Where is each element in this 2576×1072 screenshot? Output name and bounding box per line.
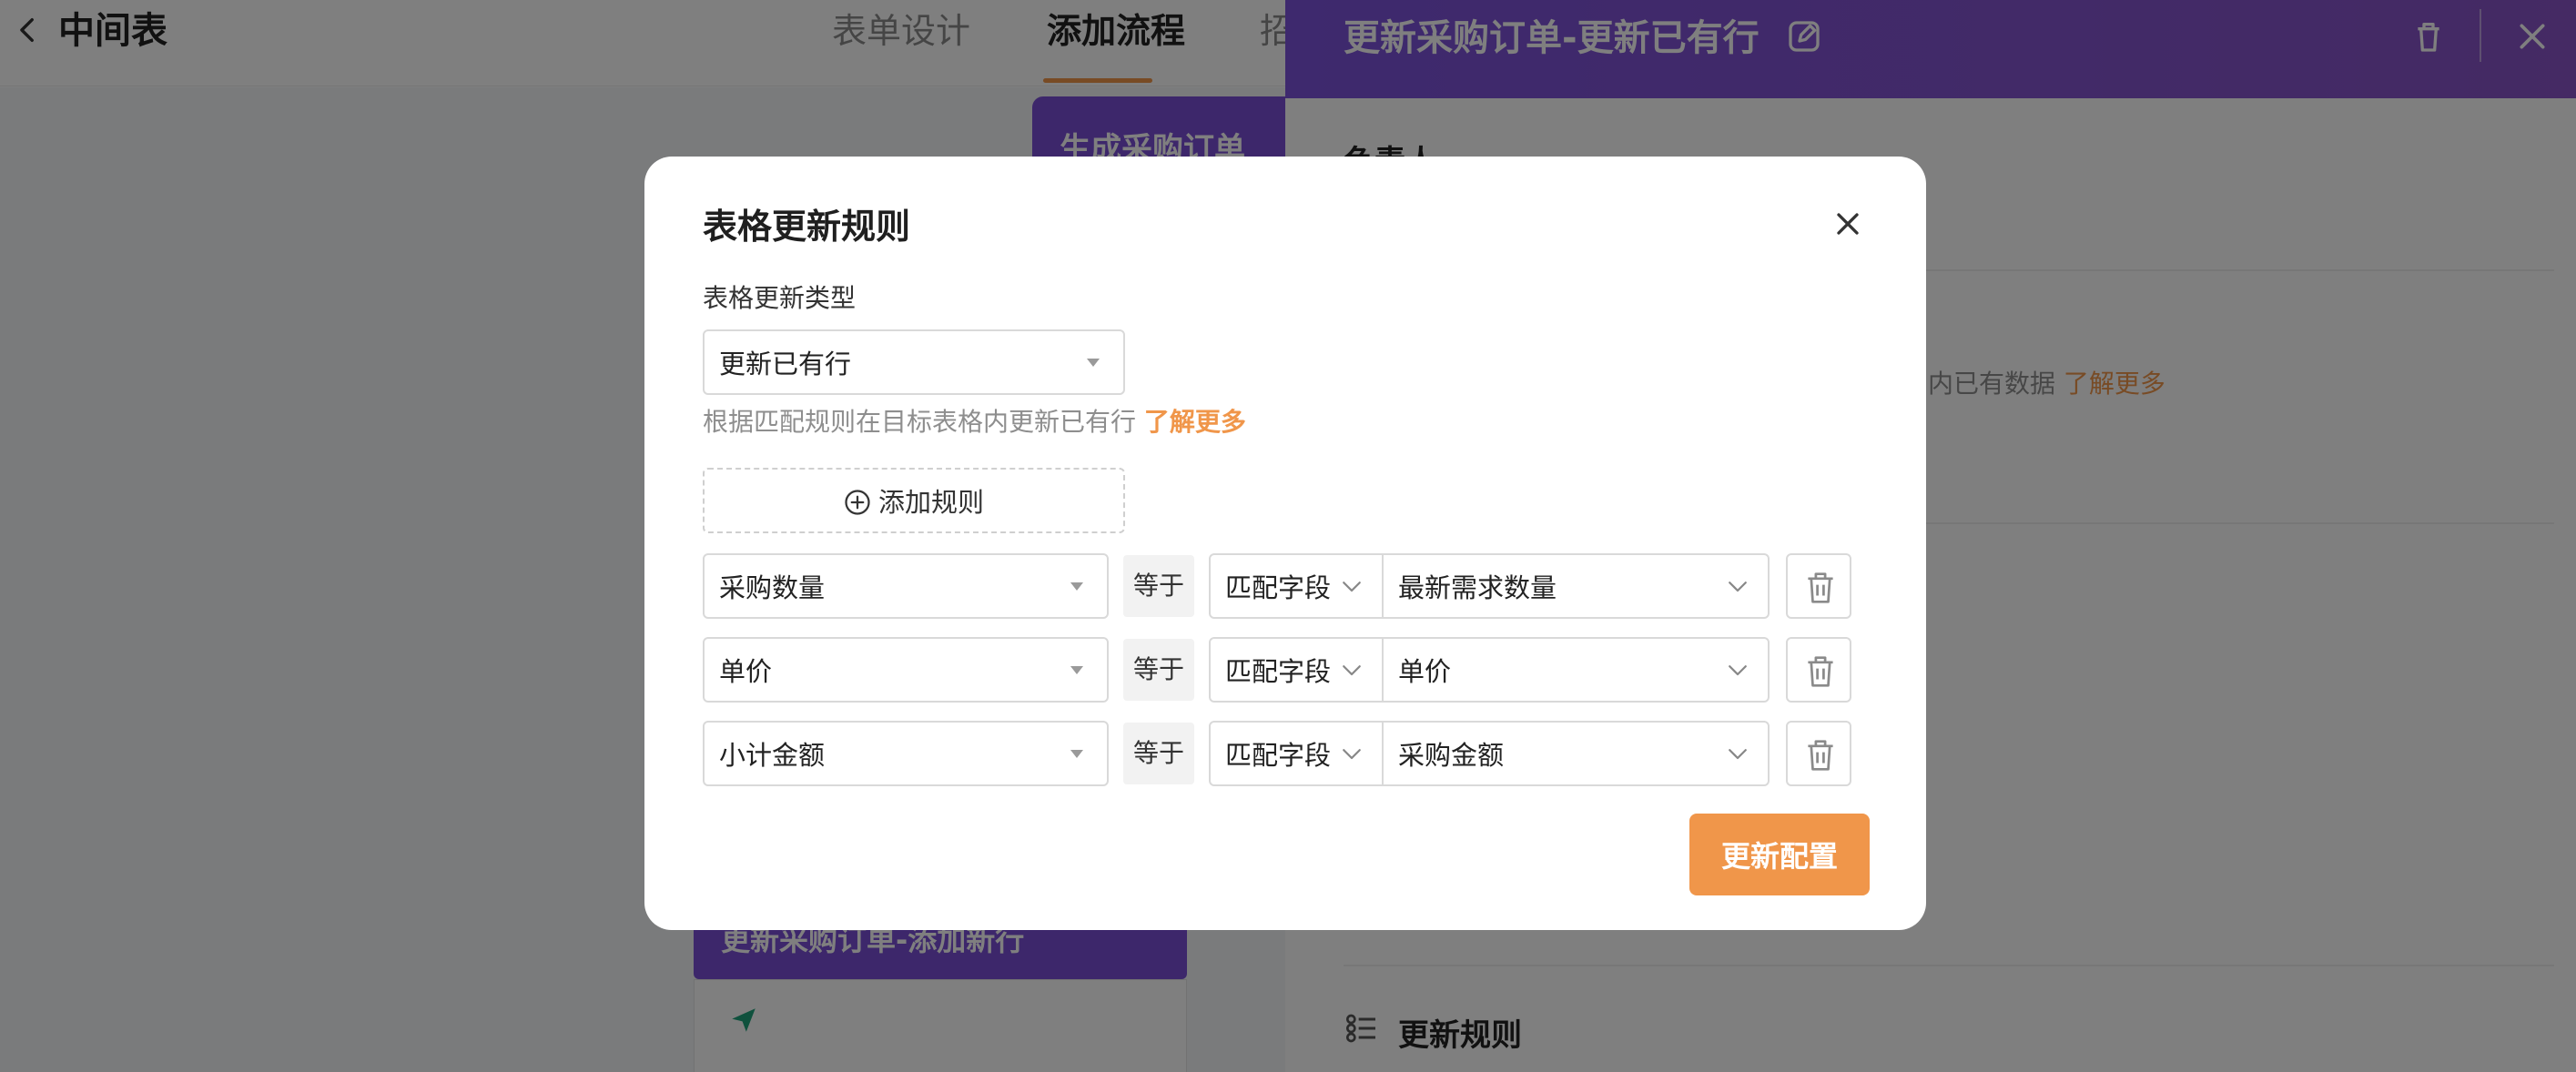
target-field-value: 最新需求数量 <box>1398 572 1557 603</box>
trash-icon <box>1808 656 1833 687</box>
source-field-select[interactable]: 采购数量 <box>703 553 1109 619</box>
chevron-down-icon <box>1729 749 1747 760</box>
caret-down-icon <box>1070 750 1083 758</box>
add-rule-button[interactable]: 添加规则 <box>703 468 1125 533</box>
chevron-down-icon <box>1343 665 1361 676</box>
match-mode-value: 匹配字段 <box>1225 740 1332 771</box>
add-rule-label: 添加规则 <box>877 487 984 518</box>
source-field-select[interactable]: 单价 <box>703 637 1109 703</box>
operator-label: 等于 <box>1123 639 1194 701</box>
target-field-value: 单价 <box>1398 656 1452 687</box>
target-field-value: 采购金额 <box>1398 740 1505 771</box>
trash-icon <box>1808 740 1833 771</box>
delete-rule-button[interactable] <box>1786 721 1851 786</box>
rule-row: 单价 等于 匹配字段 单价 <box>703 637 1886 703</box>
rule-row: 采购数量 等于 匹配字段 最新需求数量 <box>703 553 1886 619</box>
plus-circle-icon <box>845 490 870 515</box>
caret-down-icon <box>1070 666 1083 674</box>
target-field-select[interactable]: 采购金额 <box>1382 721 1770 786</box>
source-field-select[interactable]: 小计金额 <box>703 721 1109 786</box>
source-field-value: 小计金额 <box>719 740 826 771</box>
match-mode-select[interactable]: 匹配字段 <box>1209 637 1384 703</box>
learn-more-link[interactable]: 了解更多 <box>1144 407 1246 437</box>
update-config-button[interactable]: 更新配置 <box>1689 814 1870 895</box>
chevron-down-icon <box>1729 665 1747 676</box>
dialog-title: 表格更新规则 <box>703 207 911 247</box>
caret-down-icon <box>1070 582 1083 591</box>
match-mode-value: 匹配字段 <box>1225 572 1332 603</box>
update-type-help: 根据匹配规则在目标表格内更新已有行 了解更多 <box>703 402 1246 442</box>
update-type-value: 更新已有行 <box>719 349 852 379</box>
delete-rule-button[interactable] <box>1786 637 1851 703</box>
rule-row: 小计金额 等于 匹配字段 采购金额 <box>703 721 1886 786</box>
operator-label: 等于 <box>1123 723 1194 784</box>
source-field-value: 采购数量 <box>719 572 826 603</box>
help-text: 根据匹配规则在目标表格内更新已有行 <box>703 407 1144 437</box>
source-field-value: 单价 <box>719 656 773 687</box>
match-mode-select[interactable]: 匹配字段 <box>1209 721 1384 786</box>
caret-down-icon <box>1087 359 1100 367</box>
chevron-down-icon <box>1729 582 1747 592</box>
delete-rule-button[interactable] <box>1786 553 1851 619</box>
match-mode-value: 匹配字段 <box>1225 656 1332 687</box>
update-type-label: 表格更新类型 <box>703 283 857 313</box>
target-field-select[interactable]: 单价 <box>1382 637 1770 703</box>
target-field-select[interactable]: 最新需求数量 <box>1382 553 1770 619</box>
chevron-down-icon <box>1343 582 1361 592</box>
trash-icon <box>1808 572 1833 603</box>
close-icon[interactable] <box>1830 206 1866 242</box>
update-type-select[interactable]: 更新已有行 <box>703 329 1125 395</box>
chevron-down-icon <box>1343 749 1361 760</box>
operator-label: 等于 <box>1123 555 1194 617</box>
match-mode-select[interactable]: 匹配字段 <box>1209 553 1384 619</box>
update-rules-dialog: 表格更新规则 表格更新类型 更新已有行 根据匹配规则在目标表格内更新已有行 了解… <box>644 157 1926 930</box>
